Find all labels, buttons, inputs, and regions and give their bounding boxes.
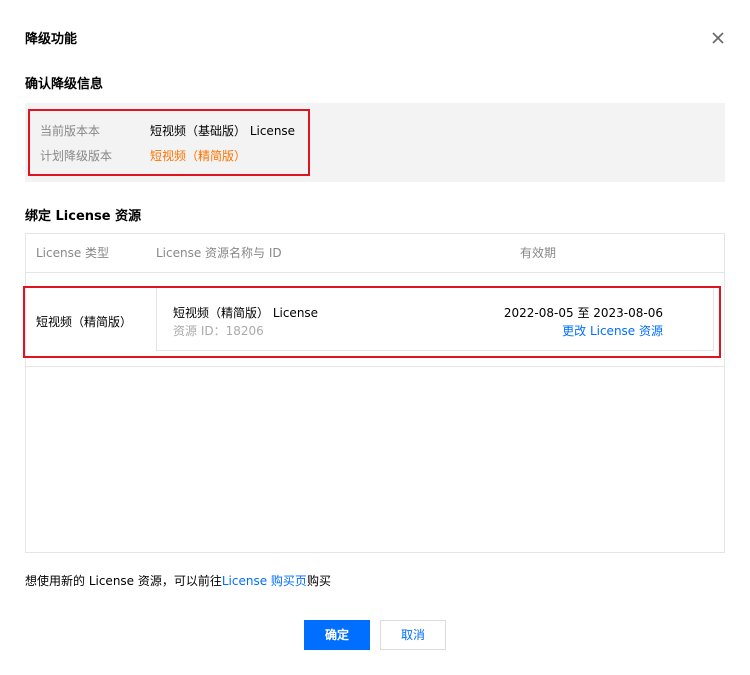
annotation-box-license-row xyxy=(23,286,721,358)
license-purchase-link[interactable]: License 购买页 xyxy=(222,574,307,588)
license-table: License 类型 License 资源名称与 ID 有效期 短视频（精简版）… xyxy=(25,233,725,553)
confirm-button[interactable]: 确定 xyxy=(304,620,370,650)
cancel-button[interactable]: 取消 xyxy=(380,620,446,650)
bind-section-title: 绑定 License 资源 xyxy=(25,209,142,224)
confirm-section-title: 确认降级信息 xyxy=(25,77,104,92)
table-row-divider xyxy=(26,366,724,367)
footer-note-prefix: 想使用新的 License 资源，可以前往 xyxy=(25,574,222,588)
close-icon[interactable] xyxy=(708,28,728,48)
column-header-validity: 有效期 xyxy=(520,246,557,260)
dialog-title: 降级功能 xyxy=(25,32,78,47)
column-header-resource: License 资源名称与 ID xyxy=(156,246,282,260)
footer-note-suffix: 购买 xyxy=(306,574,331,588)
column-header-type: License 类型 xyxy=(36,246,110,260)
table-header-divider xyxy=(26,272,724,273)
footer-note: 想使用新的 License 资源，可以前往License 购买页购买 xyxy=(25,572,331,589)
annotation-box-version-info xyxy=(28,109,310,176)
